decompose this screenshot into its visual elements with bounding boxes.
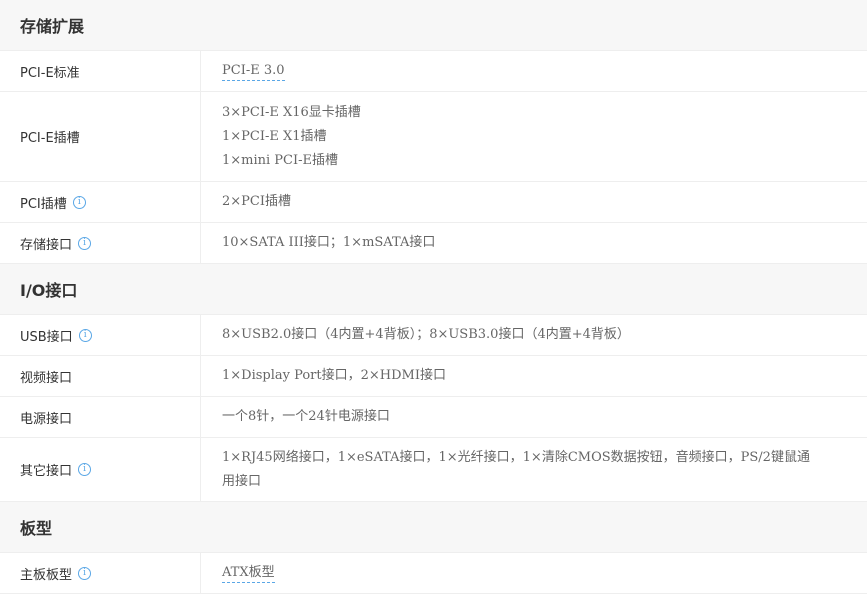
spec-label: PCI-E标准 <box>0 51 201 91</box>
spec-label-text: 电源接口 <box>20 411 73 427</box>
spec-row-video: 视频接口 1×Display Port接口，2×HDMI接口 <box>0 356 867 397</box>
section-title-form-factor: 板型 <box>0 502 867 553</box>
spec-value-link[interactable]: PCI-E 3.0 <box>222 62 285 81</box>
spec-row-usb: USB接口 i 8×USB2.0接口（4内置+4背板）；8×USB3.0接口（4… <box>0 315 867 356</box>
spec-row-pcie-standard: PCI-E标准 PCI-E 3.0 <box>0 51 867 92</box>
spec-value: 2×PCI插槽 <box>201 182 867 222</box>
spec-label: 主板板型 i <box>0 553 201 593</box>
spec-value-link[interactable]: ATX板型 <box>222 564 275 583</box>
info-icon[interactable]: i <box>78 566 92 580</box>
spec-label-text: 主板板型 <box>20 567 73 583</box>
spec-value-line: 8×USB2.0接口（4内置+4背板）；8×USB3.0接口（4内置+4背板） <box>222 327 630 342</box>
spec-label-text: PCI插槽 <box>20 196 67 212</box>
spec-label: USB接口 i <box>0 315 201 355</box>
spec-value: 1×Display Port接口，2×HDMI接口 <box>201 356 867 396</box>
spec-value-line: 1×RJ45网络接口，1×eSATA接口，1×光纤接口，1×清除CMOS数据按钮… <box>222 449 810 465</box>
spec-value: ATX板型 <box>201 553 867 593</box>
spec-row-pci-slots: PCI插槽 i 2×PCI插槽 <box>0 182 867 223</box>
spec-label-text: PCI-E插槽 <box>20 131 80 146</box>
spec-value: 10×SATA III接口；1×mSATA接口 <box>201 223 867 263</box>
info-icon[interactable]: i <box>78 236 92 250</box>
spec-label: PCI插槽 i <box>0 182 201 222</box>
spec-label-text: PCI-E标准 <box>20 65 80 81</box>
spec-value: 一个8针，一个24针电源接口 <box>201 397 867 437</box>
spec-label: 视频接口 <box>0 356 201 396</box>
spec-row-other: 其它接口 i 1×RJ45网络接口，1×eSATA接口，1×光纤接口，1×清除C… <box>0 438 867 502</box>
spec-value: 1×RJ45网络接口，1×eSATA接口，1×光纤接口，1×清除CMOS数据按钮… <box>201 438 867 501</box>
spec-label-text: 其它接口 <box>20 464 73 479</box>
spec-row-power: 电源接口 一个8针，一个24针电源接口 <box>0 397 867 438</box>
spec-label: 其它接口 i <box>0 438 201 501</box>
spec-value-line: 用接口 <box>222 473 262 489</box>
spec-label-text: 视频接口 <box>20 370 73 386</box>
spec-value-line: 3×PCI-E X16显卡插槽 <box>222 104 361 120</box>
spec-value-line: 1×mini PCI-E插槽 <box>222 152 339 168</box>
info-icon[interactable]: i <box>72 195 86 209</box>
spec-label: 电源接口 <box>0 397 201 437</box>
spec-row-board-type: 主板板型 i ATX板型 <box>0 553 867 594</box>
section-title-storage: 存储扩展 <box>0 0 867 51</box>
section-title-io: I/O接口 <box>0 264 867 315</box>
info-icon[interactable]: i <box>78 328 92 342</box>
spec-value: 8×USB2.0接口（4内置+4背板）；8×USB3.0接口（4内置+4背板） <box>201 315 867 355</box>
spec-label: PCI-E插槽 <box>0 92 201 181</box>
spec-row-pcie-slots: PCI-E插槽 3×PCI-E X16显卡插槽 1×PCI-E X1插槽 1×m… <box>0 92 867 182</box>
spec-value-line: 1×PCI-E X1插槽 <box>222 128 327 144</box>
spec-table: 存储扩展 PCI-E标准 PCI-E 3.0 PCI-E插槽 3×PCI-E X… <box>0 0 867 594</box>
spec-value-line: 1×Display Port接口，2×HDMI接口 <box>222 368 446 383</box>
spec-value-line: 10×SATA III接口；1×mSATA接口 <box>222 235 436 250</box>
spec-value: PCI-E 3.0 <box>201 51 867 91</box>
info-icon[interactable]: i <box>78 463 92 476</box>
spec-value-line: 一个8针，一个24针电源接口 <box>222 409 390 424</box>
spec-label-text: 存储接口 <box>20 237 73 253</box>
spec-label-text: USB接口 <box>20 329 73 345</box>
spec-row-storage-interface: 存储接口 i 10×SATA III接口；1×mSATA接口 <box>0 223 867 264</box>
spec-label: 存储接口 i <box>0 223 201 263</box>
spec-value: 3×PCI-E X16显卡插槽 1×PCI-E X1插槽 1×mini PCI-… <box>201 92 867 181</box>
spec-value-line: 2×PCI插槽 <box>222 194 291 209</box>
